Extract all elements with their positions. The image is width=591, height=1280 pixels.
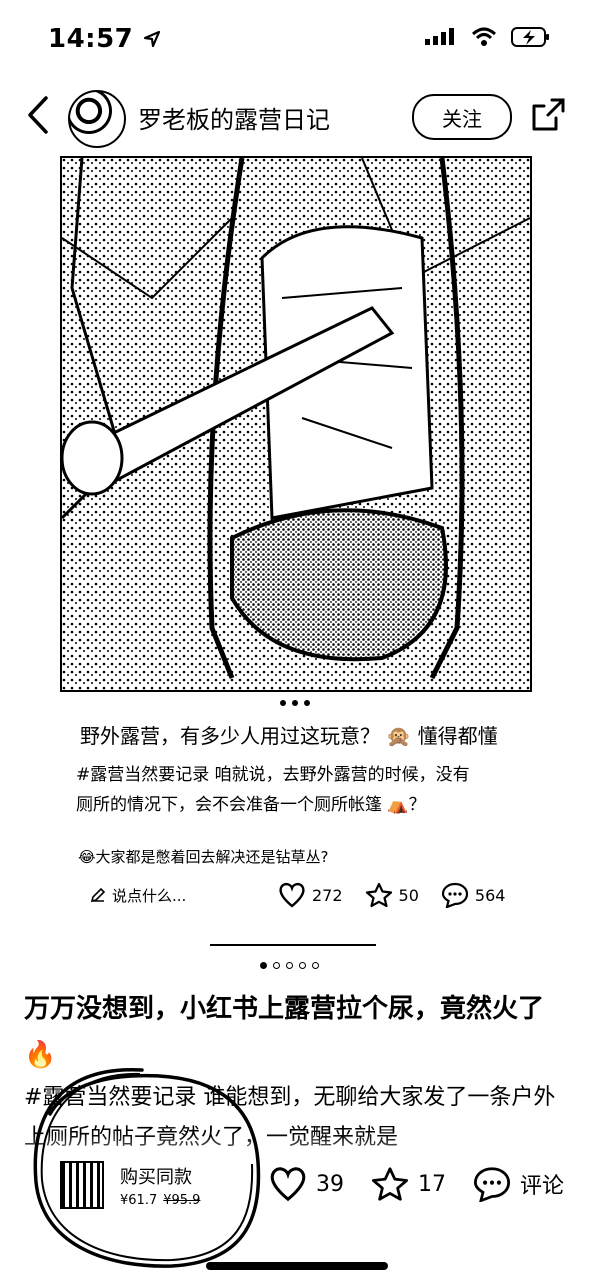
heart-icon <box>279 882 305 908</box>
bottom-comment-button[interactable]: 评论 <box>472 1166 564 1202</box>
hashtag-link[interactable]: #露营当然要记录 <box>76 765 209 785</box>
post-body: #露营当然要记录 咱就说，去野外露营的时候，没有 厕所的情况下，会不会准备一个厕… <box>76 765 470 815</box>
star-count[interactable]: 50 <box>365 882 419 908</box>
share-icon[interactable] <box>530 96 566 134</box>
smirk-emoji-icon: 🙊 <box>386 724 412 748</box>
divider <box>210 944 376 946</box>
battery-icon <box>511 27 549 47</box>
face-emoji-icon: 😂 <box>78 848 96 866</box>
like-count[interactable]: 272 <box>278 882 343 908</box>
post-title: 野外露营，有多少人用过这玩意？ 🙊 懂得都懂 <box>80 724 498 748</box>
star-icon <box>372 1167 408 1201</box>
author-name[interactable]: 罗老板的露营日记 <box>138 100 330 135</box>
home-indicator[interactable] <box>206 1262 388 1270</box>
comment-input[interactable]: 说点什么... <box>90 885 270 906</box>
heart-icon <box>270 1167 306 1202</box>
pencil-icon <box>90 887 106 903</box>
wifi-icon <box>471 27 497 46</box>
location-arrow-icon <box>143 30 160 48</box>
comment-bubble-icon <box>441 882 469 908</box>
comment-bar: 说点什么... 272 50 564 <box>90 880 510 910</box>
bottom-action-bar: 39 17 评论 <box>268 1166 564 1202</box>
bottom-star-button[interactable]: 17 <box>370 1166 446 1202</box>
bottom-like-button[interactable]: 39 <box>268 1166 344 1202</box>
tent-emoji-icon: ⛺ <box>387 795 409 815</box>
tent-photo-illustration <box>62 158 530 690</box>
comment-count[interactable]: 564 <box>441 882 505 908</box>
star-icon <box>365 882 392 908</box>
follow-button[interactable]: 关注 <box>412 94 512 140</box>
image-carousel-indicator <box>280 700 310 706</box>
status-icons <box>425 26 551 48</box>
comment-bubble-icon <box>473 1167 511 1202</box>
signal-icon <box>425 28 454 45</box>
avatar[interactable] <box>68 90 126 148</box>
post-question: 😂大家都是憋着回去解决还是钻草丛? <box>78 848 329 866</box>
status-time: 14:57 <box>48 24 161 54</box>
post-image[interactable] <box>60 156 532 692</box>
back-icon[interactable] <box>22 92 58 138</box>
feed-pager-indicator <box>260 962 319 969</box>
hand-drawn-circle <box>33 1068 261 1268</box>
